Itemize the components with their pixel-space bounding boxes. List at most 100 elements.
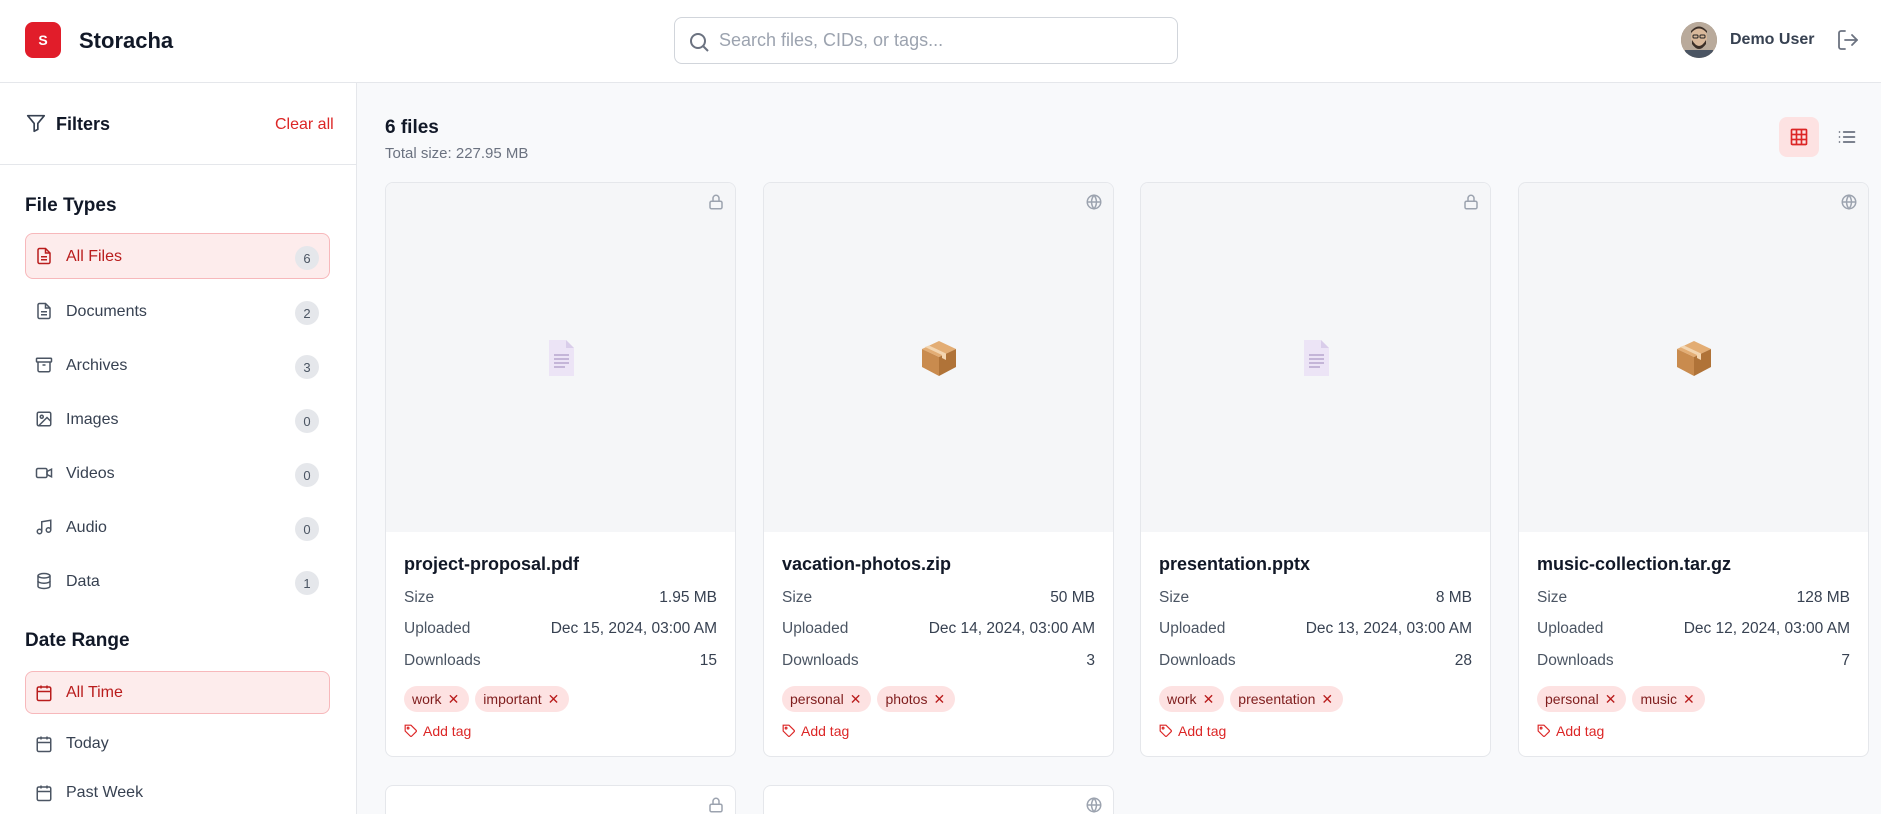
globe-icon: [1086, 194, 1102, 210]
file-name[interactable]: project-proposal.pdf: [404, 554, 579, 575]
file-name[interactable]: presentation.pptx: [1159, 554, 1310, 575]
tag-icon: [1159, 724, 1172, 737]
app-title: Storacha: [79, 28, 174, 53]
document-thumb-icon: [1304, 340, 1329, 376]
tag: photos ✕: [877, 686, 956, 712]
downloads-value: 3: [1086, 652, 1095, 669]
size-label: Size: [1537, 589, 1568, 606]
tag: work ✕: [1159, 686, 1225, 712]
filters-sidebar: Filters Clear all File Types All Files 6…: [0, 83, 357, 814]
search-input[interactable]: [719, 18, 1169, 63]
add-tag-button[interactable]: Add tag: [782, 723, 849, 739]
file-name[interactable]: music-collection.tar.gz: [1537, 554, 1731, 575]
remove-tag-icon[interactable]: ✕: [1203, 691, 1215, 708]
sidebar-item-videos[interactable]: Videos 0: [25, 450, 330, 496]
clear-all-button[interactable]: Clear all: [275, 116, 334, 134]
file-preview[interactable]: [386, 183, 735, 532]
file-preview[interactable]: [1141, 183, 1490, 532]
downloads-label: Downloads: [404, 652, 481, 669]
downloads-value: 7: [1841, 652, 1850, 669]
file-card[interactable]: [763, 785, 1114, 814]
uploaded-label: Uploaded: [1537, 620, 1604, 637]
lock-icon: [709, 797, 723, 813]
search-icon: [690, 33, 709, 52]
filters-title: Filters: [56, 114, 111, 134]
user-name[interactable]: Demo User: [1730, 31, 1814, 49]
sidebar-item-audio[interactable]: Audio 0: [25, 504, 330, 550]
tag-label: work: [412, 691, 442, 707]
uploaded-value: Dec 14, 2024, 03:00 AM: [928, 620, 1095, 637]
add-tag-button[interactable]: Add tag: [404, 723, 471, 739]
remove-tag-icon[interactable]: ✕: [548, 691, 560, 708]
size-value: 128 MB: [1796, 589, 1850, 606]
uploaded-label: Uploaded: [782, 620, 849, 637]
search-box[interactable]: [674, 17, 1178, 64]
tag-icon: [1537, 724, 1550, 737]
sidebar-item-past-week[interactable]: Past Week: [25, 771, 330, 814]
tag: presentation ✕: [1230, 686, 1344, 712]
remove-tag-icon[interactable]: ✕: [933, 691, 945, 708]
document-icon: [37, 302, 51, 320]
file-card[interactable]: vacation-photos.zip Size 50 MB Uploaded De…: [763, 182, 1114, 757]
remove-tag-icon[interactable]: ✕: [1605, 691, 1617, 708]
remove-tag-icon[interactable]: ✕: [850, 691, 862, 708]
list-view-button[interactable]: [1827, 117, 1867, 157]
uploaded-value: Dec 13, 2024, 03:00 AM: [1305, 620, 1472, 637]
remove-tag-icon[interactable]: ✕: [1321, 691, 1333, 708]
file-types-heading: File Types: [25, 195, 117, 216]
tag: personal ✕: [1537, 686, 1627, 712]
sidebar-item-all-time[interactable]: All Time: [25, 671, 330, 714]
downloads-label: Downloads: [1537, 652, 1614, 669]
count-badge: 3: [295, 355, 319, 379]
file-card[interactable]: presentation.pptx Size 8 MB Uploaded Dec 1…: [1140, 182, 1491, 757]
grid-view-button[interactable]: [1779, 117, 1819, 157]
image-icon: [36, 411, 52, 427]
sidebar-item-label: Archives: [66, 357, 128, 374]
tag: music ✕: [1632, 686, 1705, 712]
globe-icon: [1841, 194, 1857, 210]
sidebar-item-label: Images: [66, 411, 119, 428]
calendar-icon: [36, 785, 52, 802]
file-name[interactable]: vacation-photos.zip: [782, 554, 951, 575]
sidebar-item-today[interactable]: Today: [25, 722, 330, 765]
tag-icon: [404, 724, 417, 737]
tag-label: work: [1167, 691, 1197, 707]
file-card[interactable]: music-collection.tar.gz Size 128 MB Uploa…: [1518, 182, 1869, 757]
sidebar-item-label: Documents: [66, 303, 147, 320]
sidebar-item-archives[interactable]: Archives 3: [25, 342, 330, 388]
sidebar-item-documents[interactable]: Documents 2: [25, 288, 330, 334]
sidebar-item-label: Videos: [66, 465, 115, 482]
add-tag-button[interactable]: Add tag: [1537, 723, 1604, 739]
package-thumb-icon: [922, 341, 956, 376]
video-icon: [35, 467, 53, 479]
remove-tag-icon[interactable]: ✕: [448, 691, 460, 708]
sidebar-item-data[interactable]: Data 1: [25, 558, 330, 604]
grid-icon: [1790, 128, 1808, 146]
date-range-heading: Date Range: [25, 630, 130, 651]
sidebar-item-images[interactable]: Images 0: [25, 396, 330, 442]
file-card[interactable]: [385, 785, 736, 814]
app-logo[interactable]: S: [25, 22, 61, 58]
add-tag-button[interactable]: Add tag: [1159, 723, 1226, 739]
sidebar-item-label: Audio: [66, 519, 107, 536]
tag-list: personal ✕ music ✕: [1537, 686, 1705, 712]
package-thumb-icon: [1677, 341, 1711, 376]
size-value: 1.95 MB: [659, 589, 717, 606]
tag-label: important: [483, 691, 542, 707]
file-preview[interactable]: [1519, 183, 1868, 532]
add-tag-label: Add tag: [423, 723, 472, 739]
count-badge: 6: [295, 246, 319, 270]
sidebar-item-all-files[interactable]: All Files 6: [25, 233, 330, 279]
top-bar: S Storacha Demo User: [0, 0, 1881, 83]
avatar[interactable]: [1681, 22, 1717, 58]
count-badge: 0: [295, 517, 319, 541]
file-preview[interactable]: [764, 183, 1113, 532]
remove-tag-icon[interactable]: ✕: [1683, 691, 1695, 708]
document-thumb-icon: [549, 340, 574, 376]
file-card[interactable]: project-proposal.pdf Size 1.95 MB Uploade…: [385, 182, 736, 757]
music-icon: [36, 519, 52, 535]
tag: personal ✕: [782, 686, 872, 712]
sidebar-item-label: All Time: [66, 684, 123, 701]
logout-icon[interactable]: [1836, 28, 1860, 52]
uploaded-value: Dec 15, 2024, 03:00 AM: [550, 620, 717, 637]
